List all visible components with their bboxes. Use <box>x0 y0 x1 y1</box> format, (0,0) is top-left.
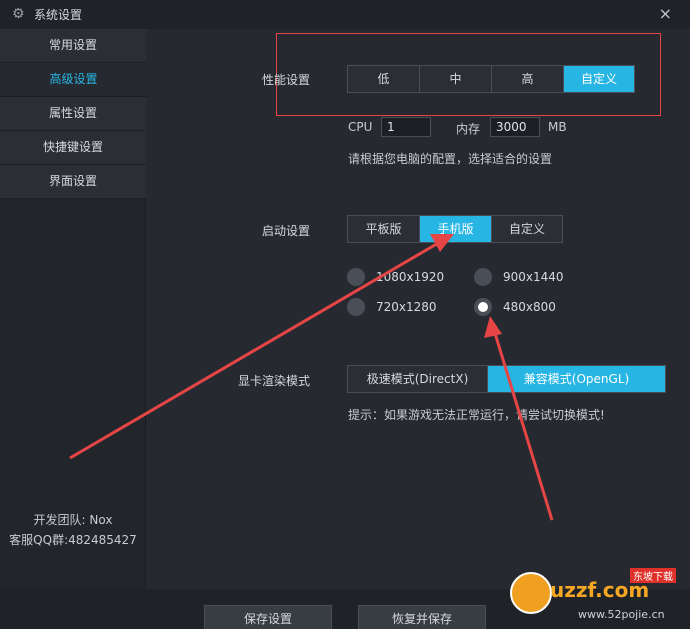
arrow-to-480x800 <box>484 316 554 521</box>
save-settings-button[interactable]: 保存设置 <box>204 605 332 629</box>
watermark-tag: 东坡下载 <box>630 568 676 583</box>
watermark-logo-icon <box>510 572 552 614</box>
watermark-url: www.52pojie.cn <box>578 608 665 621</box>
site-watermark: uzzf.com 东坡下载 www.52pojie.cn <box>510 566 685 626</box>
restore-and-save-button[interactable]: 恢复并保存 <box>358 605 486 629</box>
annotation-arrows <box>69 234 554 521</box>
arrow-to-phone-mode <box>69 234 454 460</box>
